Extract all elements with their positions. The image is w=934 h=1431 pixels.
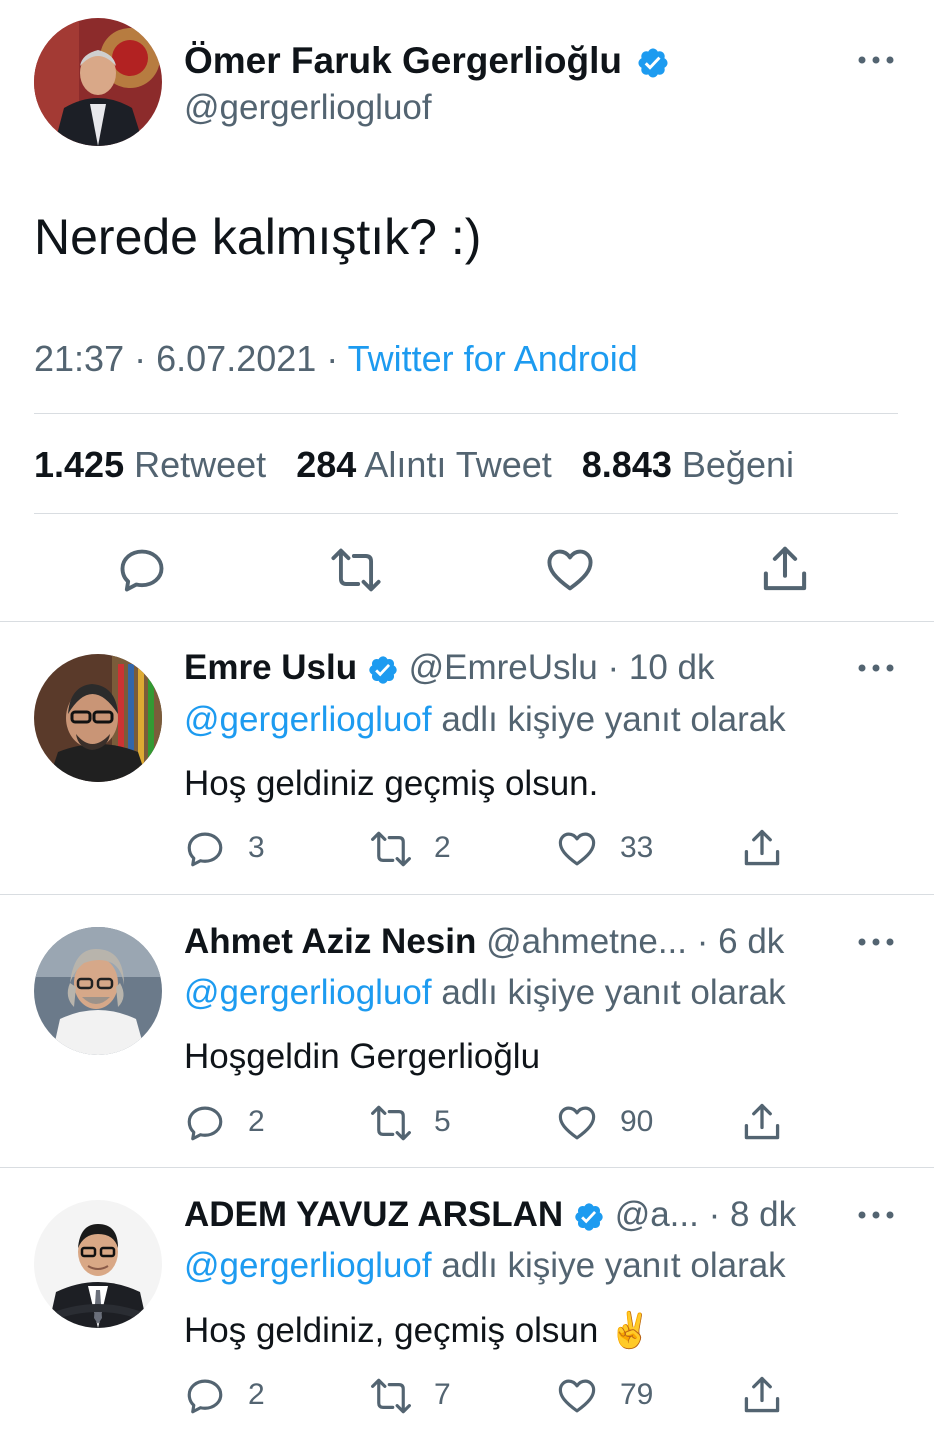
retweets-stat[interactable]: 1.425 Retweet	[34, 444, 276, 485]
tweet-source-link[interactable]: Twitter for Android	[348, 338, 638, 379]
author-avatar[interactable]	[34, 18, 162, 146]
reply-count: 2	[248, 1105, 265, 1138]
tweet-date: 6.07.2021	[156, 338, 317, 379]
more-options-icon[interactable]	[856, 932, 896, 957]
like-icon[interactable]	[556, 1102, 598, 1149]
reply-icon[interactable]	[184, 828, 226, 875]
reply-author-name[interactable]: ADEM YAVUZ ARSLAN	[184, 1195, 563, 1234]
tweet-stats: 1.425 Retweet 284 Alıntı Tweet 8.843 Beğ…	[34, 444, 794, 486]
reply-author-handle[interactable]: @ahmetne...	[486, 922, 687, 961]
reply-avatar[interactable]	[34, 927, 162, 1055]
quotes-stat[interactable]: 284 Alıntı Tweet	[296, 444, 562, 485]
more-options-icon[interactable]	[856, 1205, 896, 1230]
retweet-count: 5	[434, 1105, 451, 1138]
likes-label: Beğeni	[681, 444, 794, 485]
retweet-count: 2	[434, 831, 451, 864]
meta-separator: ·	[326, 338, 339, 379]
more-options-icon[interactable]	[856, 658, 896, 683]
reply-time[interactable]: · 8 dk	[709, 1195, 797, 1234]
reply-text: Hoş geldiniz geçmiş olsun.	[184, 764, 599, 803]
reply-text: Hoş geldiniz, geçmiş olsun ✌️	[184, 1311, 652, 1350]
like-count: 79	[620, 1378, 654, 1411]
replying-to-suffix: adlı kişiye yanıt olarak	[441, 700, 786, 739]
retweets-label: Retweet	[134, 444, 267, 485]
verified-badge-icon	[369, 656, 397, 684]
verified-badge-icon	[575, 1203, 603, 1231]
share-icon[interactable]	[740, 826, 784, 875]
reply-avatar[interactable]	[34, 1200, 162, 1328]
share-icon[interactable]	[740, 1373, 784, 1422]
like-count: 33	[620, 831, 654, 864]
replying-to: @gergerliogluof adlı kişiye yanıt olarak	[184, 973, 786, 1013]
like-icon[interactable]	[556, 828, 598, 875]
reply-author-name[interactable]: Ahmet Aziz Nesin	[184, 922, 476, 961]
more-options-icon[interactable]	[856, 50, 896, 75]
divider	[0, 1167, 934, 1168]
quotes-count: 284	[296, 444, 357, 485]
divider	[0, 894, 934, 895]
retweet-count: 7	[434, 1378, 451, 1411]
reply-time[interactable]: · 6 dk	[697, 922, 785, 961]
reply-avatar[interactable]	[34, 654, 162, 782]
reply-count: 3	[248, 831, 265, 864]
author-name-text[interactable]: Ömer Faruk Gergerlioğlu	[184, 40, 622, 81]
tweet-time: 21:37	[34, 338, 125, 379]
divider	[34, 513, 898, 514]
reply-header: ADEM YAVUZ ARSLAN @a... · 8 dk	[184, 1195, 796, 1235]
reply-author-name[interactable]: Emre Uslu	[184, 648, 357, 687]
replying-to-handle[interactable]: @gergerliogluof	[184, 700, 432, 739]
reply-icon[interactable]	[184, 1375, 226, 1422]
tweet-meta: 21:37 · 6.07.2021 · Twitter for Android	[34, 338, 638, 380]
share-icon[interactable]	[740, 1100, 784, 1149]
like-count: 90	[620, 1105, 654, 1138]
retweets-count: 1.425	[34, 444, 125, 485]
retweet-icon[interactable]	[368, 828, 414, 875]
replying-to-handle[interactable]: @gergerliogluof	[184, 973, 432, 1012]
reply-header: Ahmet Aziz Nesin @ahmetne... · 6 dk	[184, 922, 784, 962]
verified-badge-icon	[638, 48, 668, 78]
author-handle[interactable]: @gergerliogluof	[184, 88, 432, 128]
share-icon[interactable]	[758, 542, 812, 601]
replying-to-suffix: adlı kişiye yanıt olarak	[441, 973, 786, 1012]
like-icon[interactable]	[556, 1375, 598, 1422]
reply-author-handle[interactable]: @EmreUslu	[409, 648, 598, 687]
likes-stat[interactable]: 8.843 Beğeni	[582, 444, 794, 485]
replying-to: @gergerliogluof adlı kişiye yanıt olarak	[184, 700, 786, 740]
like-icon[interactable]	[544, 544, 596, 601]
reply-icon[interactable]	[116, 544, 168, 601]
retweet-icon[interactable]	[368, 1102, 414, 1149]
likes-count: 8.843	[581, 444, 672, 485]
tweet-text: Nerede kalmıştık? :)	[34, 209, 482, 265]
meta-separator: ·	[134, 338, 147, 379]
divider	[0, 621, 934, 622]
quotes-label: Alıntı Tweet	[364, 444, 552, 485]
reply-header: Emre Uslu @EmreUslu · 10 dk	[184, 648, 715, 688]
reply-time[interactable]: · 10 dk	[608, 648, 715, 687]
replying-to-handle[interactable]: @gergerliogluof	[184, 1246, 432, 1285]
divider	[34, 413, 898, 414]
reply-text: Hoşgeldin Gergerlioğlu	[184, 1037, 541, 1076]
replying-to: @gergerliogluof adlı kişiye yanıt olarak	[184, 1246, 786, 1286]
reply-author-handle[interactable]: @a...	[615, 1195, 699, 1234]
reply-count: 2	[248, 1378, 265, 1411]
retweet-icon[interactable]	[368, 1375, 414, 1422]
retweet-icon[interactable]	[328, 544, 384, 601]
replying-to-suffix: adlı kişiye yanıt olarak	[441, 1246, 786, 1285]
reply-icon[interactable]	[184, 1102, 226, 1149]
author-name[interactable]: Ömer Faruk Gergerlioğlu	[184, 40, 670, 82]
